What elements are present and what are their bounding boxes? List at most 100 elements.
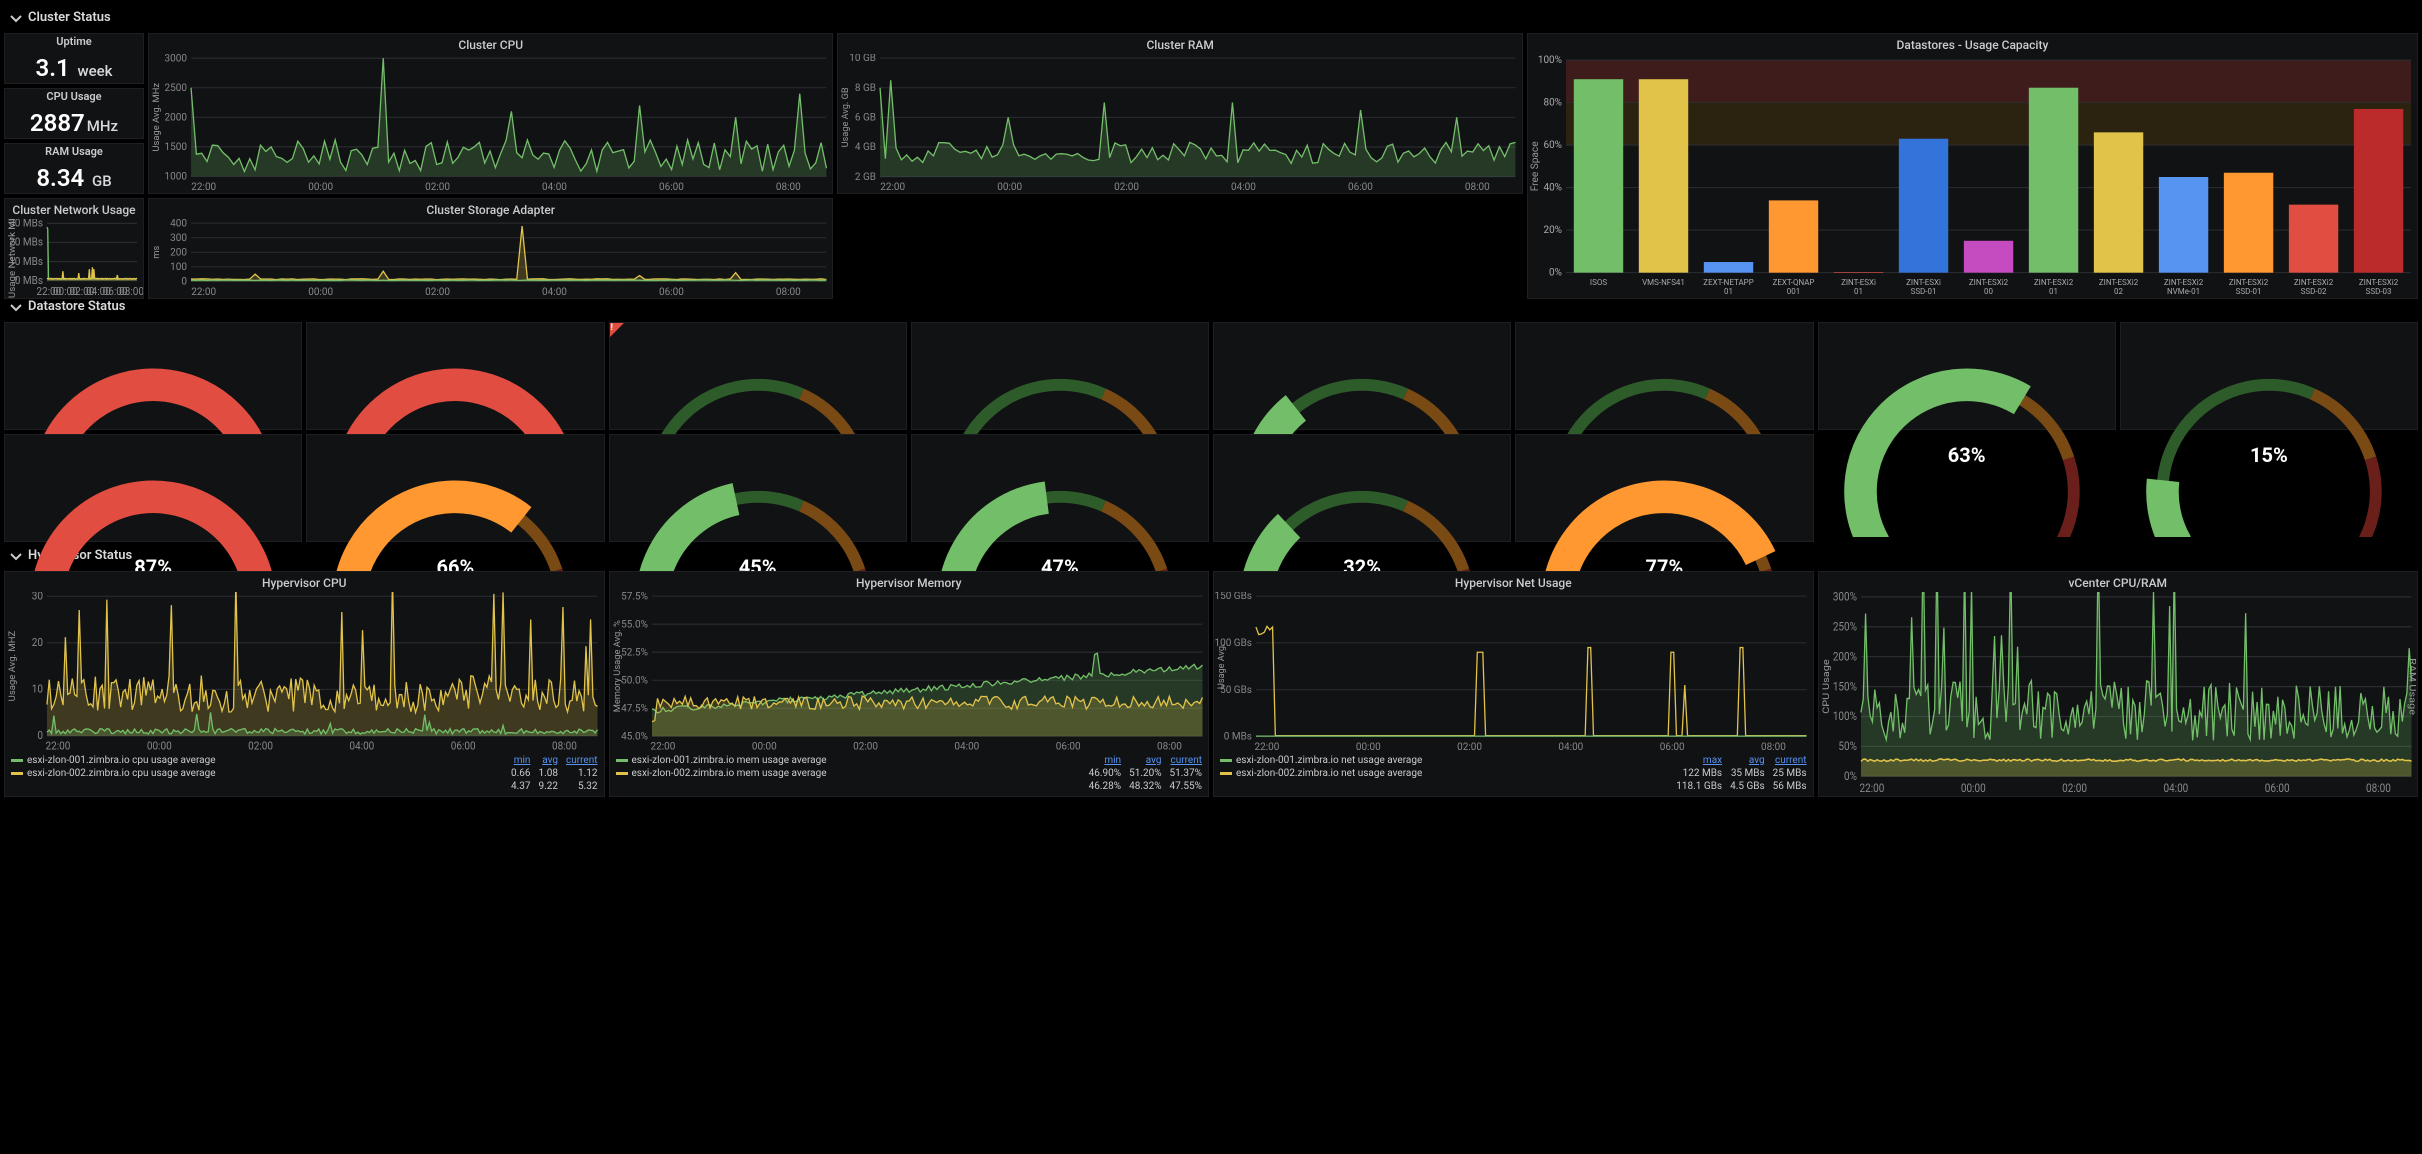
svg-text:2500: 2500: [165, 83, 188, 94]
legend-item[interactable]: esxi-zlon-001.zimbra.io cpu usage averag…: [11, 755, 216, 766]
section-datastore: Datastore Status ISOS91%VMS-NFS4191%Veea…: [4, 293, 2418, 542]
legend-col-hdr[interactable]: avg: [1129, 755, 1161, 766]
svg-text:20%: 20%: [1543, 225, 1562, 236]
svg-text:06:00: 06:00: [451, 739, 476, 752]
svg-text:00:00: 00:00: [1356, 742, 1381, 753]
svg-text:06:00: 06:00: [659, 287, 684, 298]
legend: esxi-zlon-001.zimbra.io cpu usage averag…: [5, 753, 604, 796]
svg-text:SSD-01: SSD-01: [1910, 287, 1936, 296]
gauge-panel[interactable]: ZEXT-QNAP-00134%: [1213, 322, 1511, 430]
svg-text:08:00: 08:00: [776, 287, 801, 298]
svg-text:100: 100: [170, 262, 187, 273]
svg-text:04:00: 04:00: [954, 742, 979, 753]
stat-ram-usage[interactable]: RAM Usage 8.34 GB: [4, 143, 144, 194]
legend-col-hdr[interactable]: min: [511, 755, 531, 766]
legend-col-hdr[interactable]: max: [1676, 755, 1722, 766]
legend-swatch: [616, 759, 628, 762]
gauge-panel[interactable]: ZINT-ESXi2-0266%: [306, 434, 604, 542]
panel-datastore-bar[interactable]: Datastores - Usage Capacity 0%20%40%60%8…: [1527, 33, 2418, 299]
svg-text:08:00: 08:00: [2366, 781, 2391, 795]
svg-text:22:00: 22:00: [191, 182, 216, 193]
svg-text:22:00: 22:00: [191, 287, 216, 298]
svg-text:250%: 250%: [1832, 620, 1856, 634]
legend-item[interactable]: esxi-zlon-002.zimbra.io cpu usage averag…: [11, 768, 216, 779]
svg-text:04:00: 04:00: [2163, 781, 2188, 795]
svg-text:ZINT-ESXi2: ZINT-ESXi2: [2099, 278, 2139, 287]
legend-item[interactable]: esxi-zlon-001.zimbra.io mem usage averag…: [616, 755, 827, 766]
gauge-panel[interactable]: VeeamBackup_veeamsrv.zimbra.ioN/A: [609, 322, 907, 430]
legend-item[interactable]: esxi-zlon-001.zimbra.io net usage averag…: [1220, 755, 1422, 766]
legend-col-hdr[interactable]: avg: [1730, 755, 1765, 766]
panel-cluster-storage[interactable]: Cluster Storage Adapter 010020030040022:…: [148, 198, 833, 299]
legend-col-hdr[interactable]: min: [1089, 755, 1121, 766]
svg-text:001: 001: [1787, 287, 1800, 296]
legend-item[interactable]: esxi-zlon-002.zimbra.io mem usage averag…: [616, 768, 827, 779]
svg-text:52.5%: 52.5%: [621, 647, 648, 658]
legend-col-hdr[interactable]: current: [1170, 755, 1202, 766]
panel-hyp-mem[interactable]: Hypervisor Memory 45.0%47.5%50.0%52.5%55…: [609, 571, 1210, 797]
gauge-panel[interactable]: ZINT-ESXi2-0015%: [2120, 322, 2418, 430]
svg-text:02: 02: [2114, 287, 2123, 296]
gauge-panel[interactable]: ZINT-ESXi2-SSD-0232%: [1213, 434, 1511, 542]
svg-text:2 GB: 2 GB: [855, 172, 876, 183]
legend-swatch: [616, 772, 628, 775]
svg-text:02:00: 02:00: [1115, 182, 1140, 193]
svg-text:55.0%: 55.0%: [621, 619, 648, 630]
svg-text:150 GBs: 150 GBs: [1214, 592, 1251, 602]
legend: esxi-zlon-001.zimbra.io net usage averag…: [1214, 753, 1813, 796]
legend-swatch: [1220, 772, 1232, 775]
section-cluster: Cluster Status Uptime 3.1 week CPU Usage…: [4, 4, 2418, 293]
svg-text:NVMe-01: NVMe-01: [2167, 287, 2200, 296]
chevron-down-icon: [10, 301, 22, 313]
svg-text:50%: 50%: [1838, 739, 1857, 753]
svg-text:02:00: 02:00: [1457, 742, 1482, 753]
svg-text:0: 0: [37, 729, 43, 742]
svg-text:Memory Usage Avg. %: Memory Usage Avg. %: [613, 620, 623, 712]
gauge-panel[interactable]: VMS-NFS4191%: [306, 322, 604, 430]
svg-text:08:00: 08:00: [1465, 182, 1490, 193]
svg-text:22:00: 22:00: [1255, 742, 1280, 753]
gauge-panel[interactable]: ZINT-ESXi2-0187%: [4, 434, 302, 542]
svg-text:ZINT-ESXi: ZINT-ESXi: [1841, 278, 1876, 287]
svg-text:02:00: 02:00: [425, 182, 450, 193]
svg-text:06:00: 06:00: [1055, 742, 1080, 753]
section-title: Datastore Status: [28, 299, 125, 314]
svg-text:100%: 100%: [1538, 55, 1562, 66]
svg-text:45.0%: 45.0%: [621, 731, 648, 742]
gauge-panel[interactable]: ZEXT-NETAPP-015.0%: [911, 322, 1209, 430]
svg-text:0 MBs: 0 MBs: [1224, 732, 1252, 743]
svg-text:00:00: 00:00: [308, 182, 333, 193]
svg-text:22:00: 22:00: [650, 742, 675, 753]
gauge-panel[interactable]: ZINT-ESXi-SSD-0163%: [1818, 322, 2116, 430]
panel-hyp-cpu[interactable]: Hypervisor CPU 010203022:0000:0002:0004:…: [4, 571, 605, 797]
panel-vcenter[interactable]: vCenter CPU/RAM 0%50%100%150%200%250%300…: [1818, 571, 2419, 797]
panel-cluster-cpu[interactable]: Cluster CPU 1000150020002500300022:0000:…: [148, 33, 833, 194]
stat-uptime[interactable]: Uptime 3.1 week: [4, 33, 144, 84]
legend-col-hdr[interactable]: avg: [538, 755, 558, 766]
gauge-panel[interactable]: ZINT-ESXi2-SSD-0147%: [911, 434, 1209, 542]
svg-text:01: 01: [1724, 287, 1733, 296]
panel-hyp-net[interactable]: Hypervisor Net Usage 0 MBs50 GBs100 GBs1…: [1213, 571, 1814, 797]
svg-text:57.5%: 57.5%: [621, 592, 648, 602]
legend-col-hdr[interactable]: current: [566, 755, 598, 766]
svg-text:Usage Avg. MHz: Usage Avg. MHz: [151, 82, 162, 151]
svg-text:8 GB: 8 GB: [855, 83, 876, 94]
panel-cluster-net[interactable]: Cluster Network Usage 0 MBs10 MBs20 MBs3…: [4, 198, 144, 299]
legend: esxi-zlon-001.zimbra.io mem usage averag…: [610, 753, 1209, 796]
svg-text:ZINT-ESXi2: ZINT-ESXi2: [2359, 278, 2399, 287]
gauge-panel[interactable]: ZINT-ESXi2-SSD-0377%: [1515, 434, 1813, 542]
section-toggle-cluster[interactable]: Cluster Status: [4, 4, 2418, 29]
svg-text:ms: ms: [151, 246, 162, 259]
legend-item[interactable]: esxi-zlon-002.zimbra.io net usage averag…: [1220, 768, 1422, 779]
panel-cluster-ram[interactable]: Cluster RAM 2 GB4 GB6 GB8 GB10 GB22:0000…: [837, 33, 1522, 194]
svg-text:02:00: 02:00: [853, 742, 878, 753]
gauge-panel[interactable]: ISOS91%: [4, 322, 302, 430]
svg-text:00:00: 00:00: [751, 742, 776, 753]
stat-cpu-usage[interactable]: CPU Usage 2887MHz: [4, 88, 144, 139]
legend-col-hdr[interactable]: current: [1773, 755, 1807, 766]
gauge-panel[interactable]: ZINT-ESXi-010.3%: [1515, 322, 1813, 430]
svg-text:CPU Usage: CPU Usage: [1821, 659, 1831, 714]
svg-text:ZINT-ESXi2: ZINT-ESXi2: [2229, 278, 2269, 287]
gauge-panel[interactable]: ZINT-ESXi2-NVMe-0145%: [609, 434, 907, 542]
svg-text:ZINT-ESXi2: ZINT-ESXi2: [2034, 278, 2074, 287]
